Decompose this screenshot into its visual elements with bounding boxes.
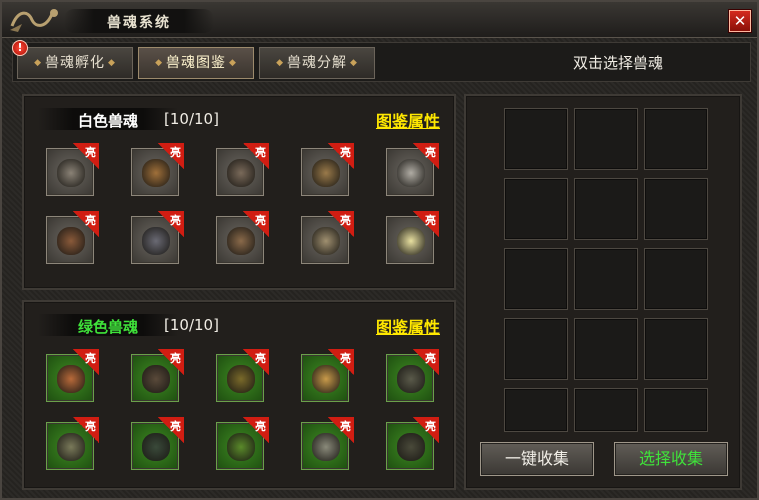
diamond-icon: ◆ (229, 58, 237, 68)
soul-slot[interactable]: 亮 (216, 349, 269, 402)
green-soul-panel: 绿色兽魂 [10/10] 图鉴属性 亮亮亮亮亮亮亮亮亮亮 (22, 300, 456, 490)
dragon-logo-icon (10, 9, 58, 32)
selection-slot[interactable] (504, 248, 568, 310)
lit-badge: 亮 (170, 146, 181, 159)
selection-hint: 双击选择兽魂 (572, 54, 663, 72)
diamond-icon: ◆ (276, 58, 284, 68)
section-title: 白色兽魂 (77, 112, 138, 130)
selection-slot[interactable] (504, 318, 568, 380)
select-collect-button[interactable]: 选择收集 (614, 442, 728, 476)
diamond-icon: ◆ (34, 58, 42, 68)
selection-slot[interactable] (574, 248, 638, 310)
collect-all-button[interactable]: 一键收集 (480, 442, 594, 476)
soul-slot[interactable]: 亮 (386, 143, 439, 196)
lit-badge: 亮 (425, 352, 436, 365)
lit-badge: 亮 (425, 146, 436, 159)
tab-label: 兽魂孵化 (45, 55, 105, 71)
soul-slot[interactable]: 亮 (386, 417, 439, 470)
codex-attributes-link[interactable]: 图鉴属性 (376, 314, 440, 338)
lit-badge: 亮 (85, 352, 96, 365)
collection-count: [10/10] (164, 110, 219, 128)
soul-slot[interactable]: 亮 (131, 349, 184, 402)
selection-slot[interactable] (574, 388, 638, 432)
diamond-icon: ◆ (108, 58, 116, 68)
soul-slot[interactable]: 亮 (46, 211, 99, 264)
lit-badge: 亮 (255, 352, 266, 365)
lit-badge: 亮 (170, 214, 181, 227)
soul-slot[interactable]: 亮 (46, 417, 99, 470)
tab-label: 兽魂分解 (287, 55, 347, 71)
selection-slot[interactable] (504, 388, 568, 432)
lit-badge: 亮 (340, 352, 351, 365)
lit-badge: 亮 (170, 352, 181, 365)
selection-slot[interactable] (644, 108, 708, 170)
tab-codex[interactable]: ◆ 兽魂图鉴 ◆ (138, 47, 254, 79)
soul-slot[interactable]: 亮 (386, 211, 439, 264)
diamond-icon: ◆ (350, 58, 358, 68)
section-plate: 白色兽魂 (38, 108, 178, 130)
soul-slot[interactable]: 亮 (216, 211, 269, 264)
white-soul-panel: 白色兽魂 [10/10] 图鉴属性 亮亮亮亮亮亮亮亮亮亮 (22, 94, 456, 290)
soul-slot[interactable]: 亮 (216, 143, 269, 196)
soul-slot[interactable]: 亮 (301, 417, 354, 470)
lit-badge: 亮 (85, 214, 96, 227)
alert-icon: ! (12, 40, 28, 56)
close-button[interactable]: ✕ (729, 10, 751, 32)
lit-badge: 亮 (255, 214, 266, 227)
diamond-icon: ◆ (155, 58, 163, 68)
soul-slot[interactable]: 亮 (216, 417, 269, 470)
tab-decompose[interactable]: ◆ 兽魂分解 ◆ (259, 47, 375, 79)
selection-slot[interactable] (644, 388, 708, 432)
soul-slot[interactable]: 亮 (46, 349, 99, 402)
selection-slot[interactable] (574, 178, 638, 240)
soul-slot[interactable]: 亮 (131, 417, 184, 470)
lit-badge: 亮 (255, 420, 266, 433)
title-bar[interactable]: 兽魂系统 ✕ (2, 2, 757, 38)
soul-slot[interactable]: 亮 (46, 143, 99, 196)
soul-slot[interactable]: 亮 (301, 349, 354, 402)
selection-slot[interactable] (644, 318, 708, 380)
section-title: 绿色兽魂 (77, 318, 138, 336)
tab-bar: ◆ 兽魂孵化 ◆ ◆ 兽魂图鉴 ◆ ◆ 兽魂分解 ◆ 双击选择兽魂 (12, 42, 751, 82)
tab-hatch[interactable]: ◆ 兽魂孵化 ◆ (17, 47, 133, 79)
soul-slot[interactable]: 亮 (131, 143, 184, 196)
window-title: 兽魂系统 (107, 15, 171, 31)
collection-count: [10/10] (164, 316, 219, 334)
lit-badge: 亮 (85, 420, 96, 433)
lit-badge: 亮 (425, 214, 436, 227)
selection-slot[interactable] (504, 178, 568, 240)
soul-slot[interactable]: 亮 (386, 349, 439, 402)
soul-slot[interactable]: 亮 (301, 211, 354, 264)
lit-badge: 亮 (340, 214, 351, 227)
selection-slot[interactable] (504, 108, 568, 170)
selection-slot[interactable] (644, 178, 708, 240)
tab-label: 兽魂图鉴 (166, 55, 226, 71)
selection-slot[interactable] (644, 248, 708, 310)
selection-slot[interactable] (574, 318, 638, 380)
lit-badge: 亮 (340, 420, 351, 433)
lit-badge: 亮 (255, 146, 266, 159)
selection-slot[interactable] (574, 108, 638, 170)
title-plate: 兽魂系统 (64, 9, 214, 33)
soul-slot[interactable]: 亮 (301, 143, 354, 196)
codex-attributes-link[interactable]: 图鉴属性 (376, 108, 440, 132)
section-plate: 绿色兽魂 (38, 314, 178, 336)
beast-soul-window: 兽魂系统 ✕ ! ◆ 兽魂孵化 ◆ ◆ 兽魂图鉴 ◆ ◆ 兽魂分解 ◆ 双击选择兽魂 白色兽… (0, 0, 759, 500)
soul-slot[interactable]: 亮 (131, 211, 184, 264)
lit-badge: 亮 (340, 146, 351, 159)
lit-badge: 亮 (170, 420, 181, 433)
lit-badge: 亮 (425, 420, 436, 433)
lit-badge: 亮 (85, 146, 96, 159)
